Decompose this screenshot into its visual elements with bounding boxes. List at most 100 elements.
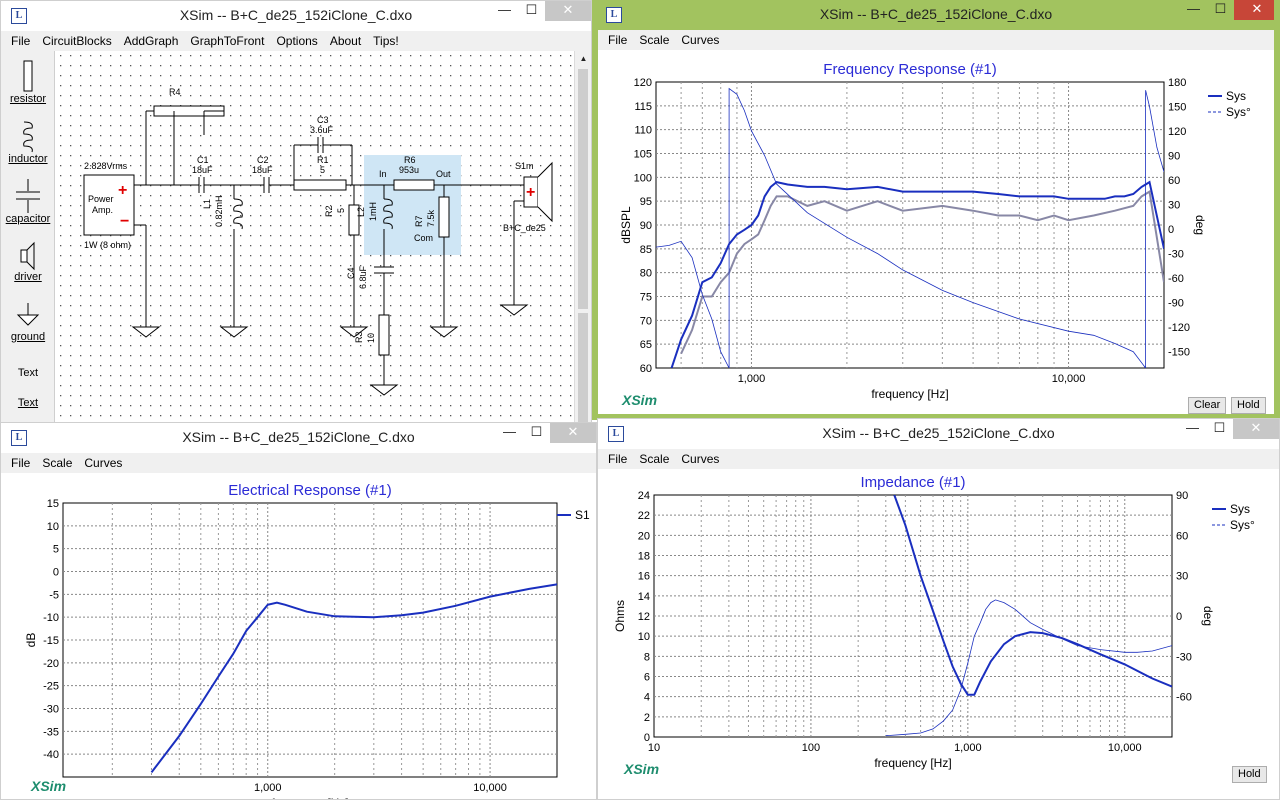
clear-button[interactable]: Clear	[1188, 397, 1227, 414]
close-button[interactable]: ✕	[545, 1, 591, 21]
electrical-response-chart[interactable]: -40 -35 -30 -25 -20 -15 -10 -5 0 5 10 15 1,000 10,000…	[1, 473, 597, 800]
menu-tips[interactable]: Tips!	[367, 31, 405, 51]
frequency-response-window[interactable]: L XSim -- B+C_de25_152iClone_C.dxo — ☐ ✕…	[592, 0, 1280, 420]
y-tick-label: 75	[640, 292, 652, 304]
title-bar[interactable]: L XSim -- B+C_de25_152iClone_C.dxo — ☐ ✕	[598, 0, 1274, 30]
plus-sign: +	[118, 182, 127, 199]
title-bar[interactable]: L XSim -- B+C_de25_152iClone_C.dxo — ☐ ✕	[1, 1, 591, 31]
menu-scale[interactable]: Scale	[36, 453, 78, 473]
tool-inductor[interactable]: inductor	[1, 119, 55, 165]
label-r3: R3	[354, 331, 364, 343]
minimize-button[interactable]: —	[491, 1, 518, 21]
label-source-voltage: 2.828Vrms	[84, 161, 128, 171]
maximize-button[interactable]: ☐	[1207, 0, 1234, 20]
label-out: Out	[436, 169, 451, 179]
menu-curves[interactable]: Curves	[675, 449, 725, 469]
value-r7: 7.5k	[426, 209, 436, 227]
scrollbar-thumb[interactable]	[578, 313, 588, 422]
menu-file[interactable]: File	[602, 449, 633, 469]
menu-curves[interactable]: Curves	[675, 30, 725, 50]
close-button[interactable]: ✕	[550, 423, 596, 443]
y2-tick-label: 60	[1176, 530, 1188, 542]
y2-tick-label: 90	[1168, 151, 1180, 163]
xsim-logo: XSim	[31, 778, 67, 794]
scroll-up-icon[interactable]: ▲	[575, 51, 591, 67]
y-tick-label: 2	[644, 712, 650, 724]
menu-addgraph[interactable]: AddGraph	[118, 31, 185, 51]
y-tick-label: 5	[53, 544, 59, 556]
menu-file[interactable]: File	[5, 453, 36, 473]
tool-label: driver	[14, 271, 42, 283]
value-l1: 0.82mH	[214, 195, 224, 227]
frequency-response-chart[interactable]: 60 65 70 75 80 85 90 95 100 105 110 115 120 -150 -120 -…	[598, 50, 1274, 414]
value-c2: 18uF	[252, 165, 273, 175]
label-load: 1W (8 ohm)	[84, 240, 131, 250]
impedance-window[interactable]: L XSim -- B+C_de25_152iClone_C.dxo — ☐ ✕…	[597, 418, 1280, 800]
label-r6: R6	[404, 155, 416, 165]
x-axis-label: frequency [Hz]	[271, 796, 348, 800]
vertical-scrollbar[interactable]: ▲	[574, 51, 591, 424]
y-tick-label: 115	[634, 101, 652, 113]
label-r4: R4	[169, 87, 181, 97]
ground-icon	[16, 303, 40, 326]
menu-circuitblocks[interactable]: CircuitBlocks	[36, 31, 117, 51]
maximize-button[interactable]: ☐	[518, 1, 545, 21]
schematic-canvas[interactable]: R4 C1 18uF C2 18uF C3 3.6uF R1 5 R6 953u…	[56, 51, 576, 425]
value-c3: 3.6uF	[310, 125, 334, 135]
label-c4: C4	[346, 267, 356, 279]
y2-tick-label: 180	[1168, 77, 1186, 89]
y2-axis-label: deg	[1201, 606, 1215, 626]
menu-bar: File Scale Curves	[598, 449, 1279, 469]
menu-file[interactable]: File	[602, 30, 633, 50]
hold-button[interactable]: Hold	[1231, 397, 1266, 414]
y-tick-label: 65	[640, 339, 652, 351]
circuit-window[interactable]: L XSim -- B+C_de25_152iClone_C.dxo — ☐ ✕…	[0, 0, 592, 425]
menu-file[interactable]: File	[5, 31, 36, 51]
maximize-button[interactable]: ☐	[1206, 419, 1233, 439]
tool-text[interactable]: Text	[1, 367, 55, 379]
y2-tick-label: -30	[1168, 249, 1184, 261]
menu-about[interactable]: About	[324, 31, 367, 51]
close-button[interactable]: ✕	[1234, 0, 1274, 20]
tool-ground[interactable]: ground	[1, 301, 55, 343]
graph-area: -40 -35 -30 -25 -20 -15 -10 -5 0 5 10 15 1,000 10,000…	[1, 473, 596, 799]
minimize-button[interactable]: —	[1180, 0, 1207, 20]
minimize-button[interactable]: —	[1179, 419, 1206, 439]
electrical-response-window[interactable]: L XSim -- B+C_de25_152iClone_C.dxo — ☐ ✕…	[0, 422, 597, 800]
minimize-button[interactable]: —	[496, 423, 523, 443]
close-button[interactable]: ✕	[1233, 419, 1279, 439]
y-tick-label: 14	[638, 591, 650, 603]
menu-graphtofront[interactable]: GraphToFront	[184, 31, 270, 51]
menu-scale[interactable]: Scale	[633, 449, 675, 469]
graph-area: 60 65 70 75 80 85 90 95 100 105 110 115 120 -150 -120 -…	[598, 50, 1274, 414]
y-tick-label: 80	[640, 268, 652, 280]
window-title: XSim -- B+C_de25_152iClone_C.dxo	[822, 425, 1055, 441]
menu-options[interactable]: Options	[270, 31, 323, 51]
title-bar[interactable]: L XSim -- B+C_de25_152iClone_C.dxo — ☐ ✕	[1, 423, 596, 453]
chart-title: Frequency Response (#1)	[823, 61, 996, 78]
y-tick-label: 100	[634, 172, 652, 184]
menu-curves[interactable]: Curves	[78, 453, 128, 473]
scrollbar-track[interactable]	[578, 69, 588, 309]
hold-button[interactable]: Hold	[1232, 766, 1267, 783]
y-tick-label: -20	[43, 658, 59, 670]
y2-tick-label: 150	[1168, 102, 1186, 114]
tool-resistor[interactable]: resistor	[1, 59, 55, 105]
label-amp: Amp.	[92, 205, 113, 215]
component-toolbox: resistor inductor capacitor driver groun…	[1, 51, 55, 424]
title-bar[interactable]: L XSim -- B+C_de25_152iClone_C.dxo — ☐ ✕	[598, 419, 1279, 449]
minus-sign: −	[120, 213, 129, 230]
menu-scale[interactable]: Scale	[633, 30, 675, 50]
maximize-button[interactable]: ☐	[523, 423, 550, 443]
tool-driver[interactable]: driver	[1, 241, 55, 283]
tool-label: resistor	[9, 93, 47, 105]
y-tick-label: 90	[640, 220, 652, 232]
tool-text-underline[interactable]: Text	[1, 397, 55, 409]
impedance-chart[interactable]: 024681012141618202224-60-30030609010 100 1…	[598, 469, 1280, 800]
tool-capacitor[interactable]: capacitor	[1, 179, 55, 225]
y-tick-label: 0	[53, 567, 59, 579]
y2-tick-label: 30	[1168, 200, 1180, 212]
menu-bar: File CircuitBlocks AddGraph GraphToFront…	[1, 31, 591, 51]
x-tick-label: 100	[802, 742, 820, 754]
chart-title: Impedance (#1)	[860, 474, 965, 491]
